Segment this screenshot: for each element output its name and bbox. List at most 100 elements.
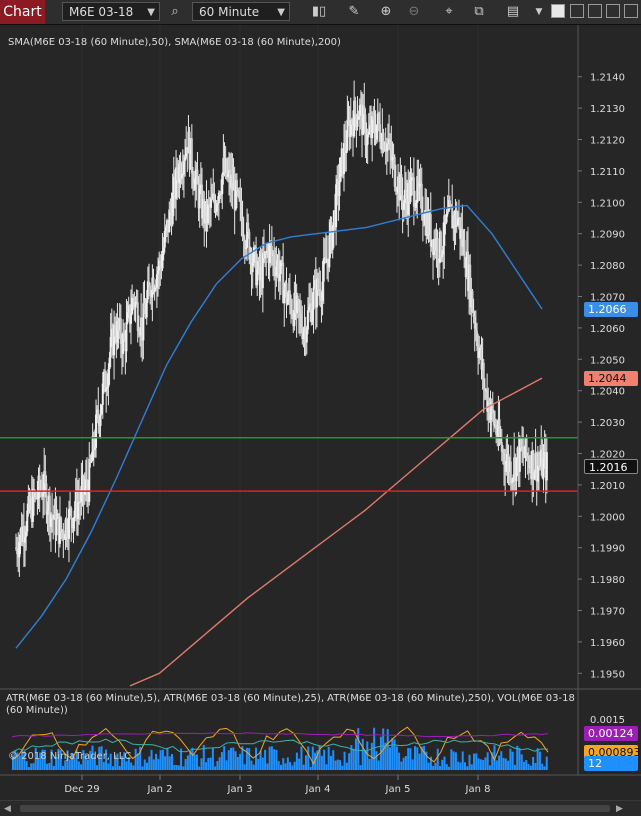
volume-bar — [523, 761, 526, 770]
crosshair-icon[interactable]: ⌖ — [440, 3, 458, 21]
volume-bar — [532, 757, 535, 770]
volume-bar — [243, 764, 246, 770]
zoom-out-icon[interactable]: ⊖ — [405, 3, 423, 21]
volume-bar — [136, 753, 139, 770]
volume-bar — [404, 755, 407, 770]
maximize-icon[interactable] — [588, 4, 602, 18]
volume-bar — [270, 746, 273, 770]
instrument-selector[interactable]: M6E 03-18 ▼ — [62, 2, 160, 21]
volume-bar — [498, 755, 501, 770]
price-tick-label: 1.1970 — [590, 607, 625, 618]
volume-bar — [280, 764, 282, 770]
volume-bar — [518, 747, 521, 770]
volume-bar — [232, 747, 235, 770]
volume-bar — [334, 760, 337, 770]
price-bar-body — [436, 238, 439, 261]
volume-bar — [261, 757, 264, 770]
scroll-right-icon[interactable]: ▶ — [616, 804, 623, 814]
volume-bar — [234, 751, 237, 770]
time-tick-label: Dec 29 — [64, 784, 99, 795]
price-tick-label: 1.1990 — [590, 544, 625, 555]
volume-bar — [452, 751, 455, 770]
volume-bar — [495, 760, 498, 770]
interval-selector[interactable]: 60 Minute ▼ — [192, 2, 290, 21]
volume-bar — [468, 754, 471, 770]
volume-bar — [61, 766, 64, 770]
volume-bar — [125, 761, 128, 770]
volume-bar — [32, 763, 35, 770]
search-icon[interactable]: ⌕ — [166, 3, 184, 21]
scrollbar-thumb[interactable] — [20, 805, 610, 812]
volume-bar — [500, 751, 503, 770]
volume-bar — [143, 759, 146, 770]
volume-bar — [459, 762, 462, 770]
volume-bar — [414, 746, 416, 770]
data-box-icon[interactable]: ⧉ — [470, 3, 488, 21]
chevron-down-icon[interactable]: ▼ — [530, 3, 548, 21]
volume-bar — [345, 762, 348, 770]
pencil-icon[interactable]: ✎ — [345, 3, 363, 21]
volume-bar — [436, 748, 439, 770]
price-tick-label: 1.2050 — [590, 355, 625, 366]
volume-bar — [198, 766, 201, 770]
link-color-icon[interactable] — [551, 4, 565, 18]
price-tick-label: 1.2130 — [590, 104, 625, 115]
volume-bar — [479, 759, 482, 770]
volume-bar — [343, 751, 346, 770]
volume-bar — [309, 766, 312, 770]
chevron-down-icon: ▼ — [147, 7, 155, 18]
price-bar-body — [99, 413, 102, 426]
volume-bar — [536, 748, 539, 770]
volume-bar — [295, 752, 298, 770]
volume-bar — [529, 765, 532, 770]
volume-bar — [248, 748, 251, 770]
volume-bar — [173, 764, 176, 770]
volume-bar — [368, 758, 371, 770]
volume-bar — [482, 759, 485, 770]
price-tick-label: 1.2040 — [590, 387, 625, 398]
volume-bar — [134, 748, 137, 770]
properties-icon[interactable]: ▤ — [504, 3, 522, 21]
price-bar-body — [545, 452, 548, 481]
volume-bar — [146, 762, 148, 770]
volume-bar — [377, 760, 380, 770]
chart-tab[interactable]: Chart — [0, 0, 45, 24]
volume-bar — [359, 765, 362, 770]
indicator-tick: 0.0015 — [590, 715, 625, 726]
volume-bar — [264, 749, 267, 770]
volume-bar — [352, 748, 355, 770]
horizontal-scrollbar[interactable]: ◀ ▶ — [0, 800, 641, 816]
volume-bar — [80, 764, 83, 770]
scroll-left-icon[interactable]: ◀ — [4, 804, 11, 814]
volume-bar — [375, 751, 378, 770]
volume-bar — [466, 766, 469, 770]
price-marker: 1.2044 — [584, 371, 638, 387]
volume-bar — [450, 749, 453, 770]
volume-bar — [329, 755, 332, 770]
volume-bar — [441, 759, 444, 770]
volume-bar — [509, 748, 512, 770]
volume-bar — [291, 765, 294, 770]
volume-bar — [225, 760, 228, 770]
close-icon[interactable] — [624, 4, 638, 18]
volume-bar — [488, 765, 491, 770]
price-marker: 1.2066 — [584, 302, 638, 318]
chart-area[interactable]: SMA(M6E 03-18 (60 Minute),50), SMA(M6E 0… — [0, 25, 641, 800]
volume-bar — [170, 754, 173, 770]
time-tick-label: Jan 8 — [465, 784, 491, 795]
volume-bar — [513, 764, 516, 770]
volume-bar — [323, 749, 326, 770]
candlestick-icon[interactable]: ▮▯ — [310, 3, 328, 21]
volume-bar — [25, 761, 28, 770]
volume-bar — [132, 765, 135, 770]
volume-bar — [307, 746, 310, 770]
restore-icon[interactable] — [606, 4, 620, 18]
price-bar-body — [125, 322, 128, 352]
volume-bar — [411, 759, 414, 770]
volume-bar — [107, 763, 110, 770]
volume-bar — [311, 746, 314, 770]
price-tick-label: 1.1960 — [590, 638, 625, 649]
zoom-in-icon[interactable]: ⊕ — [377, 3, 395, 21]
volume-bar — [195, 754, 198, 770]
minimize-icon[interactable] — [570, 4, 584, 18]
